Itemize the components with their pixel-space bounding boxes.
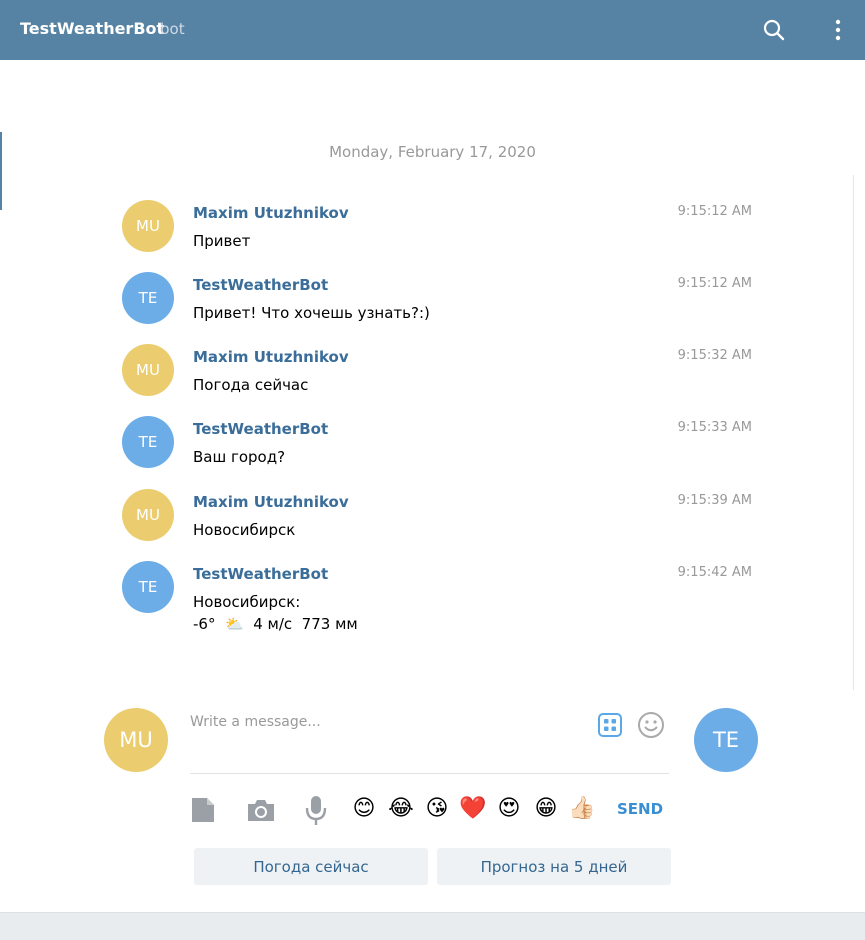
input-underline <box>190 773 669 774</box>
avatar[interactable]: MU <box>122 489 174 541</box>
message-author[interactable]: TestWeatherBot <box>193 420 328 438</box>
avatar[interactable]: MU <box>122 200 174 252</box>
more-options-icon[interactable] <box>826 18 850 42</box>
message-author[interactable]: TestWeatherBot <box>193 276 328 294</box>
attach-file-icon[interactable] <box>190 797 216 827</box>
bottom-bar <box>0 912 865 940</box>
message-author[interactable]: Maxim Utuzhnikov <box>193 348 349 366</box>
message-text: Привет <box>193 232 251 250</box>
avatar[interactable]: TE <box>122 416 174 468</box>
search-icon[interactable] <box>762 18 786 42</box>
message-author[interactable]: Maxim Utuzhnikov <box>193 204 349 222</box>
keyboard-button-forecast-5-days[interactable]: Прогноз на 5 дней <box>437 848 671 885</box>
message-item[interactable]: MU Maxim Utuzhnikov 9:15:39 AM Новосибир… <box>122 489 762 549</box>
message-text: Погода сейчас <box>193 376 309 394</box>
emoji-thumbs-up-icon[interactable]: 👍🏻 <box>568 795 596 823</box>
emoji-picker-icon[interactable] <box>637 711 665 743</box>
chat-subtitle: bot <box>160 20 185 38</box>
message-item[interactable]: TE TestWeatherBot 9:15:42 AM Новосибирск… <box>122 561 762 641</box>
emoji-kiss-icon[interactable]: 😘 <box>423 795 451 823</box>
message-item[interactable]: TE TestWeatherBot 9:15:33 AM Ваш город? <box>122 416 762 476</box>
emoji-grin-icon[interactable]: 😁 <box>532 795 560 823</box>
message-author[interactable]: Maxim Utuzhnikov <box>193 493 349 511</box>
emoji-tears-of-joy-icon[interactable]: 😂 <box>387 795 415 823</box>
emoji-heart-eyes-icon[interactable]: 😍 <box>495 795 523 823</box>
emoji-smile-icon[interactable]: 😊 <box>350 795 378 823</box>
message-text: Ваш город? <box>193 448 286 466</box>
scrollbar-track[interactable] <box>853 175 854 690</box>
message-time: 9:15:32 AM <box>677 348 752 363</box>
bot-commands-icon[interactable] <box>597 712 623 742</box>
message-time: 9:15:42 AM <box>677 565 752 580</box>
peer-avatar[interactable]: TE <box>694 708 758 772</box>
message-text: Новосибирск: -6° ⛅ 4 м/с 773 мм <box>193 593 358 633</box>
message-time: 9:15:39 AM <box>677 493 752 508</box>
message-input[interactable] <box>190 702 590 742</box>
chat-header: TestWeatherBot bot <box>0 0 865 60</box>
message-text: Новосибирск <box>193 521 296 539</box>
message-item[interactable]: TE TestWeatherBot 9:15:12 AM Привет! Что… <box>122 272 762 332</box>
message-text: Привет! Что хочешь узнать?:) <box>193 304 430 322</box>
send-button[interactable]: SEND <box>617 800 663 818</box>
camera-icon[interactable] <box>246 797 276 827</box>
avatar[interactable]: TE <box>122 561 174 613</box>
emoji-heart-icon[interactable]: ❤️ <box>459 795 487 823</box>
message-time: 9:15:12 AM <box>677 204 752 219</box>
microphone-icon[interactable] <box>304 794 328 830</box>
self-avatar[interactable]: MU <box>104 708 168 772</box>
message-item[interactable]: MU Maxim Utuzhnikov 9:15:32 AM Погода се… <box>122 344 762 404</box>
message-author[interactable]: TestWeatherBot <box>193 565 328 583</box>
message-time: 9:15:33 AM <box>677 420 752 435</box>
message-item[interactable]: MU Maxim Utuzhnikov 9:15:12 AM Привет <box>122 200 762 260</box>
chat-title[interactable]: TestWeatherBot <box>20 19 164 38</box>
message-time: 9:15:12 AM <box>677 276 752 291</box>
avatar[interactable]: MU <box>122 344 174 396</box>
date-separator: Monday, February 17, 2020 <box>329 143 536 161</box>
keyboard-button-weather-now[interactable]: Погода сейчас <box>194 848 428 885</box>
avatar[interactable]: TE <box>122 272 174 324</box>
